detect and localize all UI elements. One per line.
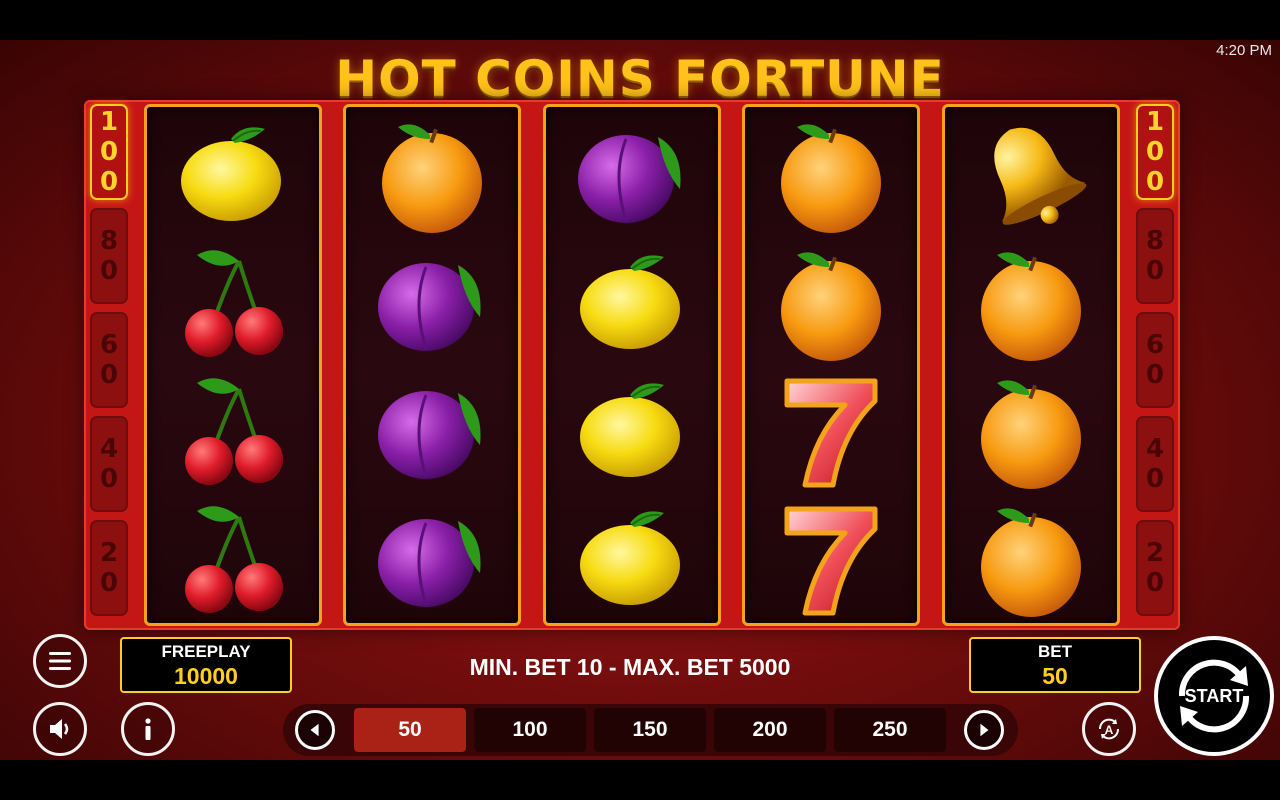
bet-option-50[interactable]: 50 <box>354 708 466 752</box>
reel-5 <box>942 104 1120 626</box>
symbol-orange <box>945 239 1117 367</box>
bet-limits: MIN. BET 10 - MAX. BET 5000 <box>469 654 791 680</box>
start-label: START <box>1184 686 1244 706</box>
symbol-plum <box>346 239 518 367</box>
symbol-lemon <box>147 111 319 239</box>
freeplay-label: FREEPLAY <box>161 642 251 661</box>
symbol-lemon <box>546 495 718 623</box>
ladder-value: 40 <box>1136 416 1174 512</box>
ladder-value: 80 <box>1136 208 1174 304</box>
chevron-left-icon <box>310 723 319 737</box>
symbol-lemon <box>546 239 718 367</box>
bet-next-button[interactable] <box>964 710 1004 750</box>
symbol-seven <box>745 495 917 623</box>
symbol-orange <box>745 111 917 239</box>
symbol-plum <box>546 111 718 239</box>
ladder-value: 20 <box>90 520 128 616</box>
symbol-cherries <box>147 239 319 367</box>
reel-4 <box>742 104 920 626</box>
ladder-value: 100 <box>90 104 128 200</box>
symbol-cherries <box>147 367 319 495</box>
reel-1 <box>144 104 322 626</box>
bet-option-250[interactable]: 250 <box>834 708 946 752</box>
ladder-value: 40 <box>90 416 128 512</box>
hamburger-menu-icon <box>49 652 71 670</box>
chevron-right-icon <box>980 723 989 737</box>
bet-label: BET <box>1038 642 1072 661</box>
bet-option-150[interactable]: 150 <box>594 708 706 752</box>
slot-game-screen: 4:20 PM HOT COINS FORTUNE 10080604020 10… <box>0 40 1280 760</box>
bet-value: 50 <box>1042 663 1068 689</box>
symbol-orange <box>945 367 1117 495</box>
reel-2 <box>343 104 521 626</box>
symbol-plum <box>346 495 518 623</box>
autoplay-icon: A <box>1098 718 1120 740</box>
ladder-value: 20 <box>1136 520 1174 616</box>
bet-option-200[interactable]: 200 <box>714 708 826 752</box>
payline-ladder-right: 100 80604020 <box>1136 104 1174 624</box>
freeplay-balance: FREEPLAY 10000 <box>120 637 292 693</box>
freeplay-value: 10000 <box>174 663 238 689</box>
svg-text:A: A <box>1105 723 1114 737</box>
bet-selector: 50 100 150 200 250 <box>283 704 1018 756</box>
symbol-cherries <box>147 495 319 623</box>
sound-button[interactable] <box>33 702 87 756</box>
autoplay-button[interactable]: A <box>1082 702 1136 756</box>
bet-prev-button[interactable] <box>295 710 335 750</box>
bet-display: BET 50 <box>969 637 1141 693</box>
symbol-orange <box>745 239 917 367</box>
speaker-icon <box>50 719 69 739</box>
menu-button[interactable] <box>33 634 87 688</box>
symbol-orange <box>945 495 1117 623</box>
symbol-orange <box>346 111 518 239</box>
symbol-seven <box>745 367 917 495</box>
reel-3 <box>543 104 721 626</box>
info-icon <box>145 718 151 740</box>
info-button[interactable] <box>121 702 175 756</box>
bet-option-100[interactable]: 100 <box>474 708 586 752</box>
ladder-value: 80 <box>90 208 128 304</box>
ladder-value: 60 <box>90 312 128 408</box>
symbol-plum <box>346 367 518 495</box>
symbol-lemon <box>546 367 718 495</box>
payline-ladder-left: 100 80604020 <box>90 104 128 624</box>
symbol-bell <box>945 111 1117 239</box>
ladder-value: 60 <box>1136 312 1174 408</box>
ladder-value: 100 <box>1136 104 1174 200</box>
start-button[interactable]: START <box>1154 636 1274 756</box>
